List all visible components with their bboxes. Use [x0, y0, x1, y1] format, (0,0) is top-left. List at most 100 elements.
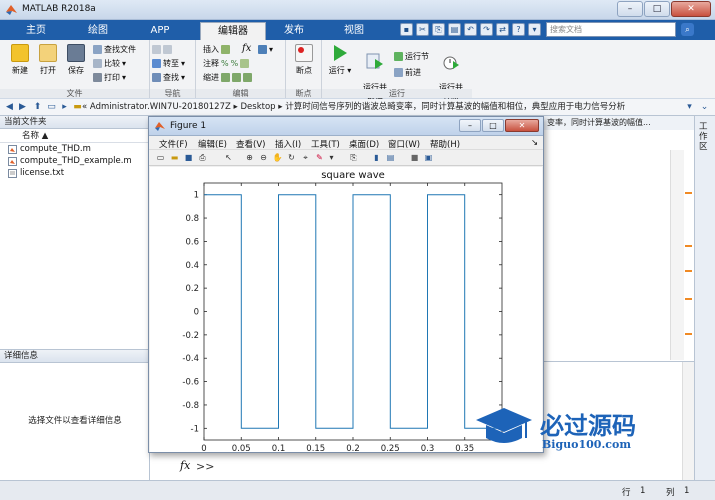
breakpoint-button[interactable]: 断点 [290, 44, 318, 76]
tab-home[interactable]: 主页 [8, 22, 64, 40]
menu-view[interactable]: 查看(V) [236, 138, 265, 150]
save-button[interactable]: 保存 [62, 44, 90, 76]
insert-button[interactable]: 插入 [203, 44, 230, 55]
percent-icon: % [221, 59, 229, 68]
browse-folder-icon[interactable]: ▭ [46, 102, 57, 113]
quick-undo-icon[interactable]: ↶ [464, 23, 477, 36]
menu-edit[interactable]: 编辑(E) [198, 138, 227, 150]
up-folder-icon[interactable]: ⬆ [32, 102, 43, 113]
link-plot-icon[interactable]: ⎘ [348, 152, 359, 163]
workspace-strip[interactable]: 工作区 [694, 116, 715, 480]
code-analyzer-marker[interactable] [685, 333, 692, 335]
insert-extra-button[interactable]: ▾ [258, 44, 273, 55]
fx-icon[interactable]: fx [180, 459, 190, 472]
quick-cut-icon[interactable]: ✂ [416, 23, 429, 36]
editor-tab[interactable]: 变率，同时计算基波的幅值... [544, 116, 694, 130]
find-button[interactable]: 查找 ▾ [152, 72, 185, 83]
tab-view[interactable]: 视图 [326, 22, 382, 40]
back-arrow-icon[interactable]: ◀ [4, 102, 15, 113]
figure-maximize-button[interactable]: □ [482, 119, 504, 132]
minimize-button[interactable]: – [617, 1, 643, 17]
file-row[interactable]: license.txt [0, 167, 149, 179]
open-button[interactable]: 打开 [34, 44, 62, 76]
quick-expand-icon[interactable]: ▾ [528, 23, 541, 36]
close-button[interactable]: ✕ [671, 1, 711, 17]
code-analyzer-marker[interactable] [685, 270, 692, 272]
name-column-header[interactable]: 名称 ▲ [0, 129, 149, 143]
data-cursor-icon[interactable]: ⌖ [300, 152, 311, 163]
code-analyzer-marker[interactable] [685, 298, 692, 300]
quick-help-icon[interactable]: ? [512, 23, 525, 36]
search-docs-input[interactable]: 搜索文档 [546, 22, 676, 37]
quick-paste-icon[interactable]: ▤ [448, 23, 461, 36]
address-path[interactable]: « Administrator.WIN7U-20180127Z ▸ Deskto… [82, 99, 682, 115]
open-file-icon[interactable]: ▬ [169, 152, 180, 163]
quick-switch-icon[interactable]: ⇄ [496, 23, 509, 36]
new-figure-icon[interactable]: ▭ [155, 152, 166, 163]
run-advance-icon [366, 53, 383, 69]
main-title-bar: MATLAB R2018a – □ ✕ [0, 0, 715, 20]
search-folder-icon[interactable]: ▸ [59, 102, 70, 113]
figure-title-bar[interactable]: Figure 1 – □ ✕ [149, 117, 543, 136]
goto-button[interactable]: 转至 ▾ [152, 58, 185, 69]
forward-arrow-icon[interactable]: ▶ [17, 102, 28, 113]
address-menu-icon[interactable]: ⌄ [699, 102, 710, 113]
compare-button[interactable]: 比较 ▾ [93, 58, 126, 69]
address-dropdown-icon[interactable]: ▾ [684, 102, 695, 113]
y-tick-label: 0.4 [185, 261, 199, 271]
find-icon [152, 73, 161, 82]
tab-editor[interactable]: 编辑器 [200, 22, 266, 40]
zoom-in-icon[interactable]: ⊕ [244, 152, 255, 163]
tab-publish[interactable]: 发布 [266, 22, 322, 40]
back-forward-buttons[interactable] [152, 44, 172, 55]
brush-icon[interactable]: ✎ [314, 152, 325, 163]
graduation-cap-icon [476, 408, 532, 443]
menu-window[interactable]: 窗口(W) [388, 138, 420, 150]
print-figure-icon[interactable]: ⎙ [197, 152, 208, 163]
quick-copy-icon[interactable]: ⎘ [432, 23, 445, 36]
pan-icon[interactable]: ✋ [272, 152, 283, 163]
code-analyzer-marker[interactable] [685, 192, 692, 194]
menu-insert[interactable]: 插入(I) [275, 138, 301, 150]
advance-button[interactable]: 前进 [394, 67, 421, 78]
fx-button[interactable]: fx [242, 43, 251, 54]
run-button[interactable]: 运行 ▾ [326, 44, 354, 76]
brush-dropdown-icon[interactable]: ▾ [326, 152, 337, 163]
code-analyzer-marker[interactable] [685, 245, 692, 247]
colorbar-icon[interactable]: ▮ [371, 152, 382, 163]
legend-icon[interactable]: ▤ [385, 152, 396, 163]
figure-close-button[interactable]: ✕ [505, 119, 539, 132]
file-row[interactable]: compute_THD.m [0, 143, 149, 155]
editor-scrollbar[interactable] [670, 150, 684, 360]
quick-save-icon[interactable]: ▪ [400, 23, 413, 36]
search-icon[interactable]: ⌕ [681, 23, 694, 36]
y-tick-label: 0.2 [185, 284, 199, 294]
indent-button[interactable]: 缩进 [203, 72, 252, 83]
nav-forward-icon [163, 45, 172, 54]
quick-redo-icon[interactable]: ↷ [480, 23, 493, 36]
row-label: 行 [622, 488, 631, 498]
print-button[interactable]: 打印 ▾ [93, 72, 126, 83]
save-figure-icon[interactable]: ■ [183, 152, 194, 163]
maximize-button[interactable]: □ [644, 1, 670, 17]
menu-file[interactable]: 文件(F) [159, 138, 188, 150]
hide-plot-tools-icon[interactable]: ■ [409, 152, 420, 163]
comment-button[interactable]: 注释 % % [203, 58, 250, 69]
run-section-button[interactable]: 运行节 [394, 51, 429, 62]
edit-plot-icon[interactable]: ↖ [223, 152, 234, 163]
increase-indent-icon [232, 73, 241, 82]
find-files-button[interactable]: 查找文件 [93, 44, 136, 55]
command-scrollbar[interactable] [682, 362, 694, 481]
menu-help[interactable]: 帮助(H) [430, 138, 460, 150]
figure-minimize-button[interactable]: – [459, 119, 481, 132]
tab-plots[interactable]: 绘图 [70, 22, 126, 40]
file-row[interactable]: compute_THD_example.m [0, 155, 149, 167]
tab-apps[interactable]: APP [132, 22, 188, 40]
show-plot-tools-icon[interactable]: ▣ [423, 152, 434, 163]
rotate-3d-icon[interactable]: ↻ [286, 152, 297, 163]
new-button[interactable]: 新建 [6, 44, 34, 76]
menu-dock-icon[interactable]: ↘ [531, 138, 538, 148]
menu-tools[interactable]: 工具(T) [311, 138, 340, 150]
menu-desktop[interactable]: 桌面(D) [349, 138, 379, 150]
zoom-out-icon[interactable]: ⊖ [258, 152, 269, 163]
